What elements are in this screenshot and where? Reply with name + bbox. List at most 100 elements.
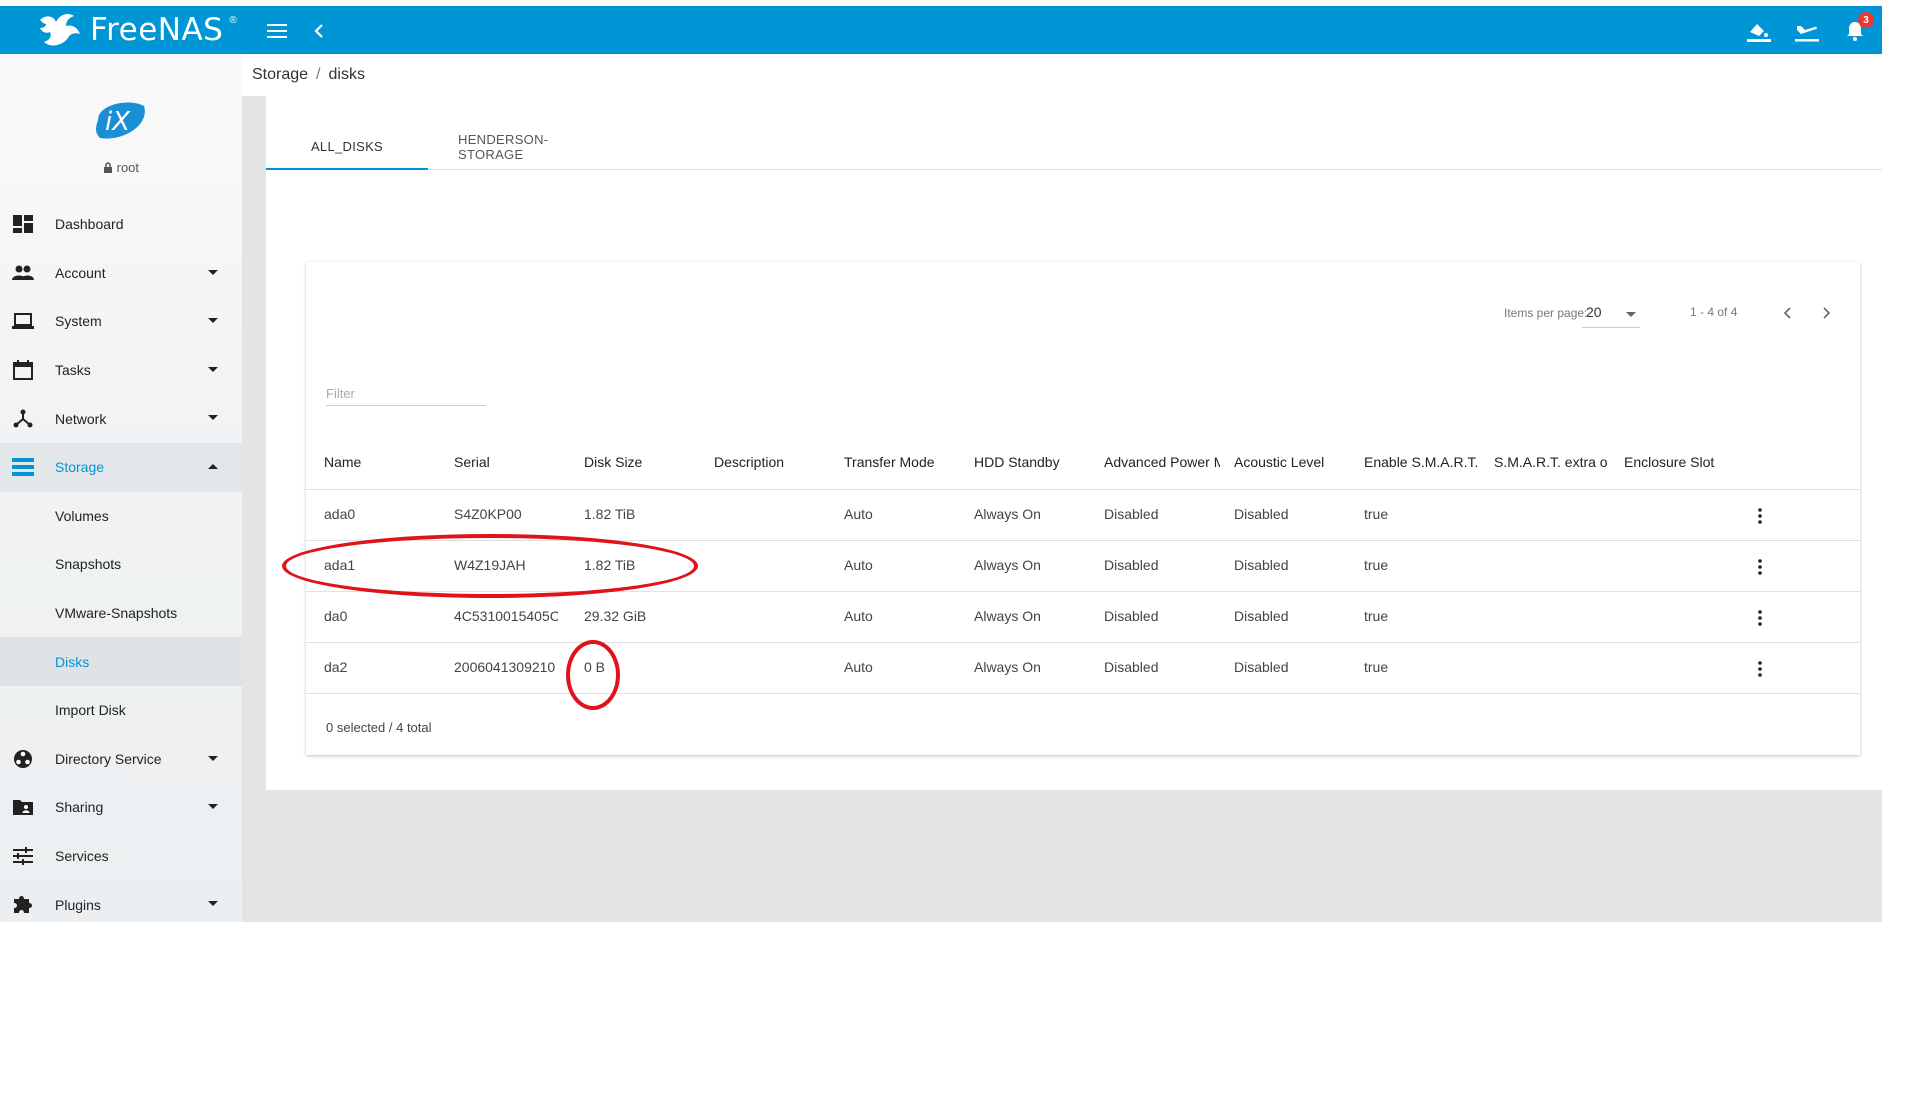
column-header-enclosure-slot[interactable]: Enclosure Slot [1624, 454, 1748, 470]
notifications-button[interactable]: 3 [1842, 12, 1874, 44]
column-header-hdd-standby[interactable]: HDD Standby [974, 454, 1098, 470]
sidebar-subitem-disks[interactable]: Disks [0, 637, 242, 686]
sidebar-item-services[interactable]: Services [0, 832, 242, 881]
cell-disk-size: 0 B [584, 659, 606, 675]
column-header-enable-smart[interactable]: Enable S.M.A.R.T. [1364, 454, 1490, 470]
row-actions-button[interactable] [1748, 657, 1772, 681]
filter-input[interactable] [326, 376, 486, 406]
tab-label: HENDERSON-STORAGE [458, 132, 549, 162]
sidebar-subitem-import-disk[interactable]: Import Disk [0, 686, 242, 735]
sidebar-item-system[interactable]: System [0, 297, 242, 346]
column-header-description[interactable]: Description [714, 454, 814, 470]
cell-serial: 4C5310015405C [454, 608, 558, 624]
sidebar-item-label: Plugins [55, 896, 101, 913]
cell-serial: 2006041309210 [454, 659, 556, 675]
column-header-name[interactable]: Name [324, 454, 424, 470]
cell-name: da2 [324, 659, 348, 675]
collapse-sidebar-button[interactable] [306, 18, 332, 44]
network-icon [13, 409, 33, 428]
ix-logo: iX [96, 102, 145, 139]
column-header-transfer-mode[interactable]: Transfer Mode [844, 454, 968, 470]
tasks-button[interactable] [1794, 18, 1820, 44]
table-row[interactable]: da2 2006041309210 0 B Auto Always On Dis… [306, 643, 1860, 694]
cell-disk-size: 29.32 GiB [584, 608, 647, 624]
more-vert-icon [1758, 508, 1762, 524]
column-header-smart-extra[interactable]: S.M.A.R.T. extra options [1494, 454, 1608, 470]
row-actions-button[interactable] [1748, 504, 1772, 528]
sidebar-item-label: System [55, 313, 102, 330]
chevron-down-icon [208, 901, 218, 907]
sidebar-item-label: Directory Service [55, 750, 162, 767]
cell-enable-smart: true [1364, 506, 1389, 522]
lock-icon [103, 162, 112, 173]
sidebar-subitem-label: Volumes [55, 507, 109, 524]
tab-all-disks[interactable]: ALL_DISKS [266, 124, 428, 170]
sidebar-item-label: Sharing [55, 799, 104, 816]
table-row[interactable]: ada0 S4Z0KP00 1.82 TiB Auto Always On Di… [306, 490, 1860, 541]
chevron-down-icon [208, 269, 218, 275]
cell-advanced-power: Disabled [1104, 659, 1159, 675]
chevron-left-icon [1783, 307, 1791, 319]
column-header-disk-size[interactable]: Disk Size [584, 454, 684, 470]
more-vert-icon [1758, 661, 1762, 677]
sidebar-item-sharing[interactable]: Sharing [0, 783, 242, 832]
sidebar-item-network[interactable]: Network [0, 394, 242, 443]
table-row[interactable]: da0 4C5310015405C 29.32 GiB Auto Always … [306, 592, 1860, 643]
brand-registered-mark: ® [229, 14, 237, 26]
nav-menu: Dashboard Account System Tasks Network S… [0, 200, 242, 929]
cell-acoustic-level: Disabled [1234, 659, 1289, 675]
row-actions-button[interactable] [1748, 555, 1772, 579]
items-per-page-select[interactable]: 20 [1582, 298, 1640, 328]
username: root [116, 160, 140, 175]
cell-serial: S4Z0KP00 [454, 506, 522, 522]
cell-transfer-mode: Auto [844, 506, 873, 522]
items-per-page-label: Items per page: [1504, 306, 1588, 320]
user-label[interactable]: root [0, 160, 242, 175]
breadcrumb-storage[interactable]: Storage [252, 66, 308, 84]
next-page-button[interactable] [1812, 298, 1842, 328]
calendar-icon [13, 359, 33, 380]
items-per-page-value: 20 [1586, 304, 1602, 320]
menu-toggle-button[interactable] [264, 18, 290, 44]
sidebar-subitem-label: VMware-Snapshots [55, 605, 178, 622]
chevron-down-icon [208, 366, 218, 372]
sidebar-item-plugins[interactable]: Plugins [0, 880, 242, 929]
top-bar: FreeNAS ® 3 [0, 6, 1882, 54]
wallpaper-icon [1747, 24, 1771, 42]
back-chevron-icon [314, 24, 323, 38]
column-header-advanced-power[interactable]: Advanced Power Management [1104, 454, 1220, 470]
sidebar-subitem-volumes[interactable]: Volumes [0, 492, 242, 541]
extension-icon [14, 896, 32, 914]
sidebar-subitem-snapshots[interactable]: Snapshots [0, 540, 242, 589]
selection-summary: 0 selected / 4 total [326, 720, 432, 735]
storage-icon [12, 457, 34, 476]
cell-hdd-standby: Always On [974, 608, 1041, 624]
cell-advanced-power: Disabled [1104, 608, 1159, 624]
sidebar-item-directory-service[interactable]: Directory Service [0, 735, 242, 784]
table-row[interactable]: ada1 W4Z19JAH 1.82 TiB Auto Always On Di… [306, 541, 1860, 592]
sidebar-item-account[interactable]: Account [0, 249, 242, 298]
sidebar-subitem-label: Snapshots [55, 556, 122, 573]
column-header-acoustic-level[interactable]: Acoustic Level [1234, 454, 1358, 470]
disks-table-card: Items per page: 20 1 - 4 of 4 Name Seria… [306, 262, 1860, 755]
cell-disk-size: 1.82 TiB [584, 557, 636, 573]
sidebar-item-storage[interactable]: Storage [0, 442, 242, 492]
tab-henderson-storage[interactable]: HENDERSON-STORAGE [438, 124, 612, 170]
sidebar-item-dashboard[interactable]: Dashboard [0, 200, 242, 249]
freenas-logo[interactable]: FreeNAS ® [36, 10, 237, 50]
dashboard-icon [13, 215, 33, 233]
cell-name: ada1 [324, 557, 356, 573]
sidebar-subitem-vmware-snapshots[interactable]: VMware-Snapshots [0, 589, 242, 638]
sidebar-item-label: Tasks [55, 362, 91, 379]
row-actions-button[interactable] [1748, 606, 1772, 630]
sidebar-item-label: Services [55, 848, 109, 865]
cell-enable-smart: true [1364, 608, 1389, 624]
column-header-serial[interactable]: Serial [454, 454, 554, 470]
previous-page-button[interactable] [1772, 298, 1802, 328]
more-vert-icon [1758, 559, 1762, 575]
theme-button[interactable] [1746, 18, 1772, 44]
cell-disk-size: 1.82 TiB [584, 506, 636, 522]
sidebar-item-tasks[interactable]: Tasks [0, 346, 242, 395]
cell-hdd-standby: Always On [974, 659, 1041, 675]
sidebar-item-label: Account [55, 264, 106, 281]
